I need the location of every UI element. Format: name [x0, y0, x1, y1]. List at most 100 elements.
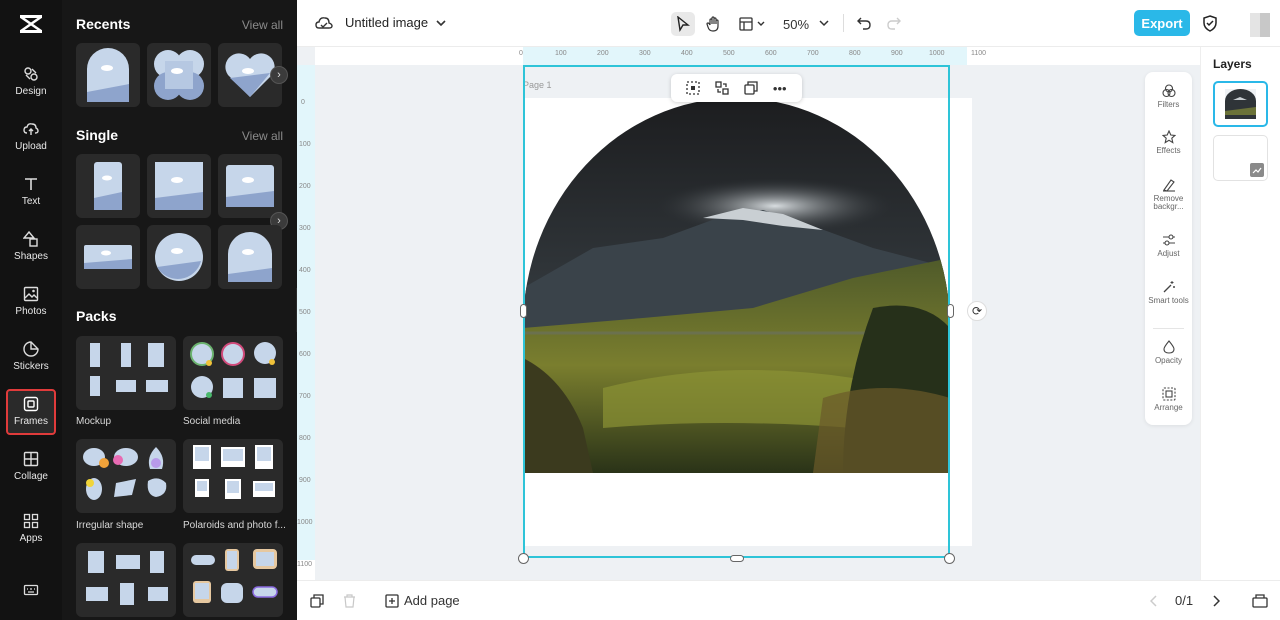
frame-thumb-blob[interactable] [147, 43, 211, 107]
pack-social-media[interactable] [183, 336, 283, 410]
frame-thumb-landscape[interactable] [218, 154, 282, 218]
frame-thumb-circle[interactable] [147, 225, 211, 289]
rail-item-keyboard[interactable] [6, 580, 56, 620]
rail-item-label: Stickers [13, 361, 49, 372]
rail-item-apps[interactable]: Apps [6, 511, 56, 557]
wide-frame-icon [84, 245, 132, 269]
ruler-tick: 1000 [929, 50, 945, 57]
ruler-tick: 100 [555, 50, 567, 57]
rail-item-label: Apps [19, 533, 43, 544]
floating-toolbar: ••• [671, 74, 802, 102]
select-tool[interactable] [671, 12, 695, 36]
arch-frame-icon [228, 232, 272, 282]
pack-speech-bubbles[interactable] [183, 543, 283, 617]
duplicate-icon[interactable] [744, 81, 758, 95]
crop-select-icon[interactable] [686, 81, 701, 95]
avatar[interactable] [1250, 13, 1270, 37]
cloud-sync-icon[interactable] [315, 15, 333, 31]
selection-box[interactable] [523, 65, 950, 558]
ruler-tick: 1100 [297, 561, 313, 568]
frame-thumb-square[interactable] [147, 154, 211, 218]
pack-torn-paper[interactable] [76, 543, 176, 617]
frame-thumb-arch[interactable] [76, 43, 140, 107]
pack-irregular-shape[interactable] [76, 439, 176, 513]
frame-thumb-wide[interactable] [76, 225, 140, 289]
pack-mockup[interactable] [76, 336, 176, 410]
chevron-down-icon[interactable] [436, 19, 446, 27]
opacity-tool[interactable]: Opacity [1145, 340, 1192, 365]
add-page-button[interactable]: Add page [385, 593, 460, 608]
layout-menu[interactable] [737, 12, 767, 36]
effects-tool[interactable]: Effects [1145, 130, 1192, 155]
zoom-level[interactable]: 50% [781, 12, 811, 36]
recents-view-all[interactable]: View all [242, 18, 283, 32]
resize-handle-left[interactable] [520, 304, 527, 318]
redo-icon[interactable] [887, 16, 901, 30]
portrait-frame-icon [94, 162, 122, 210]
capcut-logo-icon[interactable] [18, 12, 44, 36]
duplicate-page-icon[interactable] [310, 594, 324, 608]
torn-paper-pack-icon [86, 551, 168, 605]
resize-handle-right[interactable] [947, 304, 954, 318]
layer-item-background[interactable] [1213, 135, 1268, 181]
chevron-down-icon[interactable] [819, 20, 829, 27]
filters-tool[interactable]: Filters [1145, 84, 1192, 109]
rail-item-design[interactable]: Design [6, 64, 56, 110]
frame-thumb-portrait[interactable] [76, 154, 140, 218]
rail-item-label: Upload [15, 141, 47, 152]
bottom-bar: Add page 0/1 [297, 580, 1280, 620]
single-view-all[interactable]: View all [242, 129, 283, 143]
rail-item-stickers[interactable]: Stickers [6, 339, 56, 385]
rail-item-photos[interactable]: Photos [6, 284, 56, 330]
resize-handle-bottom[interactable] [730, 555, 744, 562]
recents-next-button[interactable]: › [270, 66, 288, 84]
ruler-tick: 0 [301, 99, 305, 106]
hand-tool[interactable] [702, 12, 726, 36]
replace-icon[interactable] [715, 81, 729, 95]
undo-icon[interactable] [857, 16, 871, 30]
left-rail: Design Upload Text Shapes Photos Sticker… [0, 0, 62, 620]
smart-tools-tool[interactable]: Smart tools [1145, 280, 1192, 305]
rail-item-frames[interactable]: Frames [6, 389, 56, 435]
rail-item-upload[interactable]: Upload [6, 119, 56, 165]
shapes-icon [23, 231, 38, 247]
export-button[interactable]: Export [1134, 10, 1190, 36]
adjust-tool[interactable]: Adjust [1145, 233, 1192, 258]
arch-frame-icon [87, 48, 129, 102]
pack-polaroids[interactable] [183, 439, 283, 513]
vertical-ruler: 0 100 200 300 400 500 600 700 800 900 10… [297, 65, 315, 580]
rail-item-text[interactable]: Text [6, 174, 56, 220]
trash-icon[interactable] [343, 594, 356, 608]
rail-item-collage[interactable]: Collage [6, 449, 56, 495]
canvas-area[interactable]: 0 100 200 300 400 500 600 700 800 900 10… [297, 47, 1200, 580]
rail-item-shapes[interactable]: Shapes [6, 229, 56, 275]
design-icon [24, 67, 38, 81]
rotate-button[interactable]: ⟳ [967, 301, 987, 321]
frame-thumb-arch-single[interactable] [218, 225, 282, 289]
pointer-icon [677, 16, 690, 32]
prev-page-icon[interactable] [1150, 595, 1158, 607]
arrange-tool[interactable]: Arrange [1145, 387, 1192, 412]
pages-panel-icon[interactable] [1252, 593, 1268, 608]
shield-icon[interactable] [1202, 15, 1218, 32]
polaroids-pack-icon [193, 445, 275, 499]
pack-label: Polaroids and photo f... [183, 520, 286, 531]
keyboard-icon [23, 584, 39, 596]
mockup-pack-icon [90, 343, 168, 396]
ruler-tick: 400 [681, 50, 693, 57]
rail-item-label: Design [15, 86, 47, 97]
document-title[interactable]: Untitled image [345, 15, 428, 30]
effects-icon [1161, 130, 1176, 144]
top-bar: Untitled image 50% Export [297, 0, 1280, 47]
layer-item-photo[interactable] [1213, 81, 1268, 127]
collage-icon [23, 451, 39, 467]
resize-handle-bottom-right[interactable] [944, 553, 955, 564]
packs-title: Packs [76, 308, 117, 324]
more-options-icon[interactable]: ••• [773, 81, 787, 96]
next-page-icon[interactable] [1212, 595, 1220, 607]
magic-wand-icon [1163, 281, 1175, 293]
remove-background-tool[interactable]: Remove backgr... [1145, 178, 1192, 211]
resize-handle-bottom-left[interactable] [518, 553, 529, 564]
chevron-down-icon [757, 21, 765, 26]
pack-label: Social media [183, 416, 241, 427]
